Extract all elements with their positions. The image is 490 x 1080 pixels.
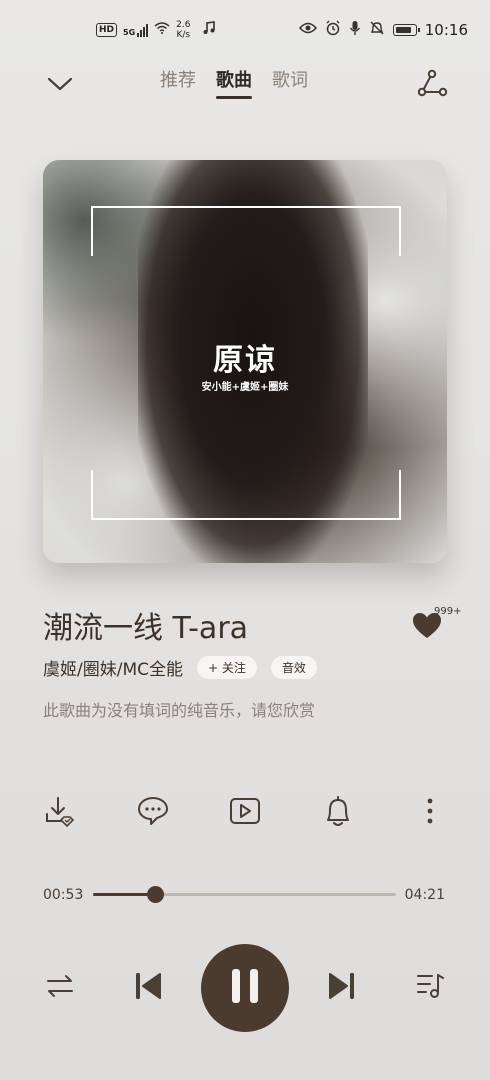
video-icon [229, 797, 261, 829]
cover-title: 原谅 [213, 343, 277, 378]
tab-recommend[interactable]: 推荐 [160, 66, 196, 98]
net-speed-unit: K/s [176, 30, 191, 40]
seek-track[interactable] [93, 886, 396, 903]
follow-button[interactable]: + 关注 [197, 656, 257, 679]
mic-icon [349, 20, 361, 40]
pause-button[interactable] [201, 944, 289, 1032]
collapse-button[interactable] [44, 72, 76, 100]
top-nav: 推荐 歌曲 歌词 [0, 60, 490, 110]
playlist-button[interactable] [413, 972, 447, 1004]
status-bar: HD 5G 2.6 K/s 10:16 [0, 0, 490, 60]
playlist-icon [415, 972, 445, 1004]
like-button[interactable]: 999+ [412, 606, 462, 640]
status-right: 10:16 [298, 20, 468, 40]
like-count: 999+ [434, 606, 462, 617]
mute-icon [369, 20, 385, 40]
song-title: 潮流一线 T-ara [43, 611, 249, 646]
download-icon [44, 795, 76, 831]
net-speed-value: 2.6 [176, 20, 191, 30]
next-icon [328, 971, 356, 1005]
more-button[interactable] [412, 795, 448, 831]
sound-effect-button[interactable]: 音效 [270, 656, 317, 679]
previous-button[interactable] [131, 970, 165, 1006]
seek-knob[interactable] [146, 886, 164, 903]
signal-icon: 5G [123, 23, 149, 37]
progress-bar: 00:53 04:21 [0, 882, 490, 910]
alarm-icon [325, 20, 341, 40]
playback-controls [0, 940, 490, 1040]
video-button[interactable] [227, 795, 263, 831]
share-icon [417, 69, 448, 101]
tab-song[interactable]: 歌曲 [216, 66, 252, 99]
battery-icon [392, 24, 420, 36]
pause-icon [228, 967, 262, 1009]
total-time: 04:21 [404, 887, 445, 903]
artist-name[interactable]: 虞姬/圈妹/MC全能 [43, 655, 183, 680]
download-button[interactable] [42, 795, 78, 831]
album-cover[interactable]: 原谅 安小能+虞姬+圈妹 [43, 160, 447, 563]
artist-row: 虞姬/圈妹/MC全能 + 关注 音效 [43, 655, 317, 680]
next-button[interactable] [325, 970, 359, 1006]
play-mode-button[interactable] [42, 972, 78, 1004]
lyrics-notice: 此歌曲为没有填词的纯音乐，请您欣赏 [43, 701, 316, 720]
music-note-icon [202, 21, 216, 39]
current-time: 00:53 [43, 887, 84, 903]
cover-subtitle: 安小能+虞姬+圈妹 [201, 382, 289, 393]
ringtone-button[interactable] [320, 795, 356, 831]
previous-icon [134, 971, 162, 1005]
eye-icon [298, 22, 317, 38]
status-left: HD 5G 2.6 K/s [96, 20, 216, 40]
chevron-down-icon [47, 76, 73, 96]
net-speed: 2.6 K/s [176, 20, 190, 40]
tab-lyrics[interactable]: 歌词 [272, 66, 308, 98]
share-button[interactable] [416, 68, 450, 102]
wifi-icon [154, 22, 170, 38]
network-type: 5G [123, 27, 136, 37]
bell-icon [323, 795, 353, 831]
seek-played [93, 893, 155, 896]
repeat-list-icon [45, 974, 75, 1002]
tab-bar: 推荐 歌曲 歌词 [160, 66, 308, 99]
comment-icon [137, 796, 169, 830]
hd-badge: HD [96, 23, 118, 37]
more-icon [426, 797, 434, 829]
action-row [0, 795, 490, 835]
comment-button[interactable] [135, 795, 171, 831]
clock: 10:16 [424, 21, 468, 39]
